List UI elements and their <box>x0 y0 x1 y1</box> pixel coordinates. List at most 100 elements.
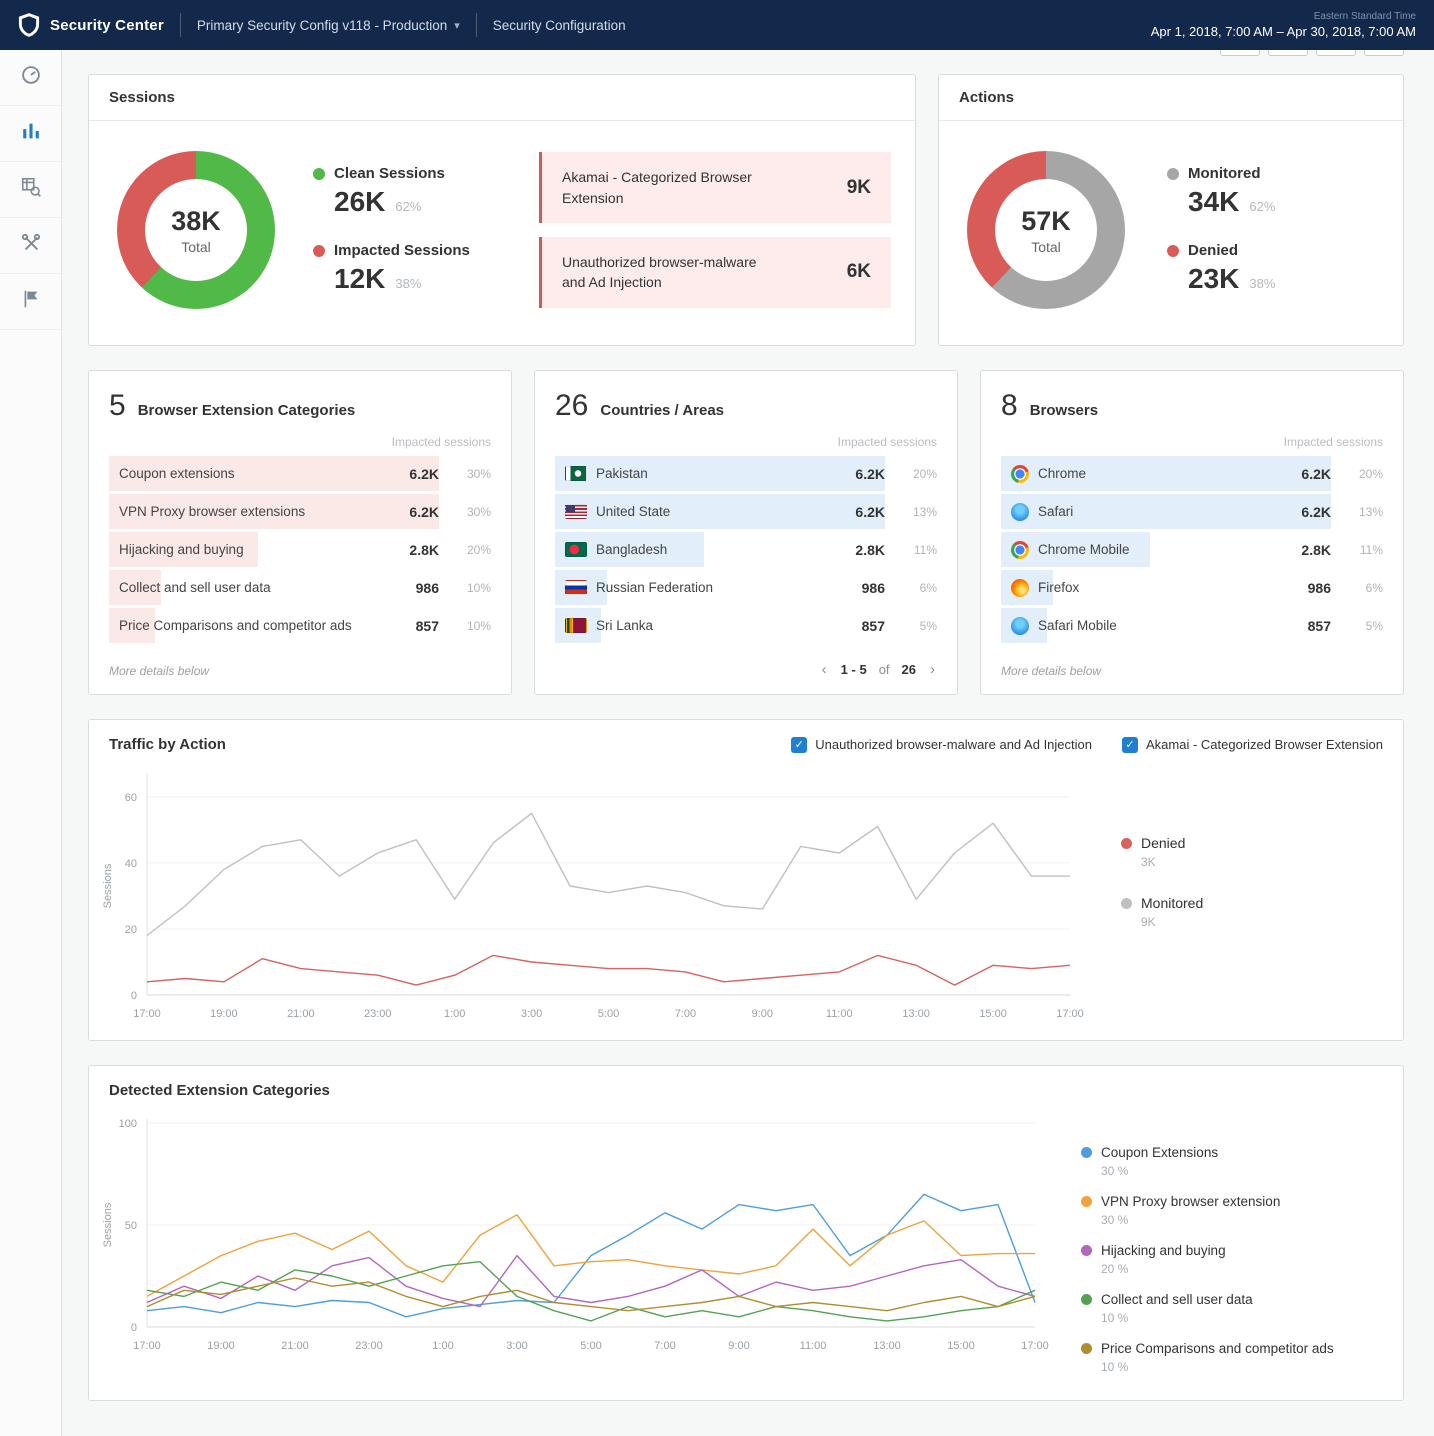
row-label: VPN Proxy browser extensions <box>119 504 305 519</box>
list-item[interactable]: United State 6.2K 13% <box>555 493 937 530</box>
list-item[interactable]: Safari Mobile 857 5% <box>1001 607 1383 644</box>
row-pct: 5% <box>885 619 937 633</box>
row-value: 857 <box>1273 618 1331 634</box>
svg-text:0: 0 <box>131 1322 137 1334</box>
sidebar-item-dashboard[interactable] <box>0 50 61 106</box>
actions-card-title: Actions <box>939 75 1403 121</box>
legend-price-comparisons: Price Comparisons and competitor ads 10 … <box>1081 1341 1393 1374</box>
row-label: Price Comparisons and competitor ads <box>119 618 352 633</box>
row-value: 2.8K <box>381 542 439 558</box>
config-selector-label: Primary Security Config v118 - Productio… <box>197 18 447 33</box>
monitored-dot-icon <box>1167 168 1179 180</box>
main-content: Audience Hijacking Protection BETA ⚙ Ses… <box>62 0 1434 1417</box>
pagination-prev-icon[interactable]: ‹ <box>820 661 829 678</box>
legend-sub: 9K <box>1141 915 1393 929</box>
nav-security-configuration[interactable]: Security Configuration <box>493 18 626 33</box>
pagination-next-icon[interactable]: › <box>928 661 937 678</box>
divider <box>476 13 477 37</box>
row-pct: 30% <box>439 505 491 519</box>
row-pct: 13% <box>1331 505 1383 519</box>
list-item[interactable]: Firefox 986 6% <box>1001 569 1383 606</box>
detected-chart-legend: Coupon Extensions 30 % VPN Proxy browser… <box>1053 1109 1393 1390</box>
vpn-proxy-dot-icon <box>1081 1196 1092 1207</box>
svg-text:11:00: 11:00 <box>826 1008 853 1020</box>
flag-united-states-icon <box>565 504 587 519</box>
denied-dot-icon <box>1167 245 1179 257</box>
list-item[interactable]: Coupon extensions 6.2K 30% <box>109 455 491 492</box>
list-item[interactable]: Sri Lanka 857 5% <box>555 607 937 644</box>
list-item[interactable]: Russian Federation 986 6% <box>555 569 937 606</box>
detected-chart-title: Detected Extension Categories <box>109 1082 330 1099</box>
svg-text:Sessions: Sessions <box>102 863 114 908</box>
sessions-legend: Clean Sessions 26K 62% Impacted Sessions <box>313 165 525 295</box>
row-value: 6.2K <box>381 466 439 482</box>
coupon-dot-icon <box>1081 1147 1092 1158</box>
impacted-sessions-column-header: Impacted sessions <box>89 423 511 455</box>
grid-magnifier-icon <box>20 176 42 203</box>
svg-text:21:00: 21:00 <box>287 1008 315 1020</box>
legend-coupon-extensions: Coupon Extensions 30 % <box>1081 1145 1393 1178</box>
clean-sessions-legend: Clean Sessions 26K 62% <box>313 165 525 218</box>
checkbox-unauthorized-malware[interactable]: ✓ Unauthorized browser-malware and Ad In… <box>791 737 1092 753</box>
row-pct: 20% <box>1331 467 1383 481</box>
svg-text:13:00: 13:00 <box>902 1008 930 1020</box>
price-comparisons-dot-icon <box>1081 1343 1092 1354</box>
traffic-chart-legend: Denied 3K Monitored 9K <box>1093 763 1393 1030</box>
row-value: 986 <box>381 580 439 596</box>
date-range-value: Apr 1, 2018, 7:00 AM – Apr 30, 2018, 7:0… <box>1151 24 1416 39</box>
countries-count: 26 <box>555 389 588 423</box>
svg-text:17:00: 17:00 <box>1056 1008 1084 1020</box>
list-item[interactable]: Chrome 6.2K 20% <box>1001 455 1383 492</box>
impacted-sessions-dot-icon <box>313 245 325 257</box>
legend-sub: 30 % <box>1101 1164 1393 1178</box>
sessions-total-label: Total <box>181 239 211 255</box>
flag-bangladesh-icon <box>565 542 587 557</box>
sidebar-item-tools[interactable] <box>0 218 61 274</box>
browsers-count: 8 <box>1001 389 1018 423</box>
list-item[interactable]: Pakistan 6.2K 20% <box>555 455 937 492</box>
traffic-filters: ✓ Unauthorized browser-malware and Ad In… <box>791 737 1383 753</box>
svg-text:23:00: 23:00 <box>364 1008 392 1020</box>
traffic-chart-title: Traffic by Action <box>109 736 226 753</box>
detected-extension-categories-card: Detected Extension Categories 05010017:0… <box>88 1065 1404 1401</box>
hijacking-dot-icon <box>1081 1245 1092 1256</box>
list-item[interactable]: Price Comparisons and competitor ads 857… <box>109 607 491 644</box>
countries-title: Countries / Areas <box>600 402 724 419</box>
row-pct: 6% <box>885 581 937 595</box>
sidebar-item-flags[interactable] <box>0 274 61 330</box>
checkbox-akamai-categorized[interactable]: ✓ Akamai - Categorized Browser Extension <box>1122 737 1383 753</box>
date-range-area[interactable]: Eastern Standard Time Apr 1, 2018, 7:00 … <box>1151 11 1416 39</box>
list-item[interactable]: VPN Proxy browser extensions 6.2K 30% <box>109 493 491 530</box>
svg-text:13:00: 13:00 <box>873 1340 901 1352</box>
sidebar-item-inspect[interactable] <box>0 162 61 218</box>
legend-label: Coupon Extensions <box>1101 1145 1218 1160</box>
legend-label: Collect and sell user data <box>1101 1292 1253 1307</box>
list-item[interactable]: Chrome Mobile 2.8K 11% <box>1001 531 1383 568</box>
list-item[interactable]: Bangladesh 2.8K 11% <box>555 531 937 568</box>
impacted-sessions-label: Impacted Sessions <box>334 242 470 259</box>
countries-list: Pakistan 6.2K 20% United State 6.2K 13% … <box>535 455 957 645</box>
flag-sri-lanka-icon <box>565 618 587 633</box>
svg-text:3:00: 3:00 <box>506 1340 527 1352</box>
row-label: Safari <box>1038 504 1073 519</box>
list-item[interactable]: Safari 6.2K 13% <box>1001 493 1383 530</box>
list-item[interactable]: Collect and sell user data 986 10% <box>109 569 491 606</box>
row-value: 986 <box>1273 580 1331 596</box>
list-item[interactable]: Hijacking and buying 2.8K 20% <box>109 531 491 568</box>
collect-sell-dot-icon <box>1081 1294 1092 1305</box>
checked-checkbox-icon: ✓ <box>1122 737 1138 753</box>
detected-line-chart: 05010017:0019:0021:0023:001:003:005:007:… <box>99 1109 1053 1390</box>
row-pct: 13% <box>885 505 937 519</box>
svg-text:60: 60 <box>125 792 137 804</box>
sidebar-item-analytics[interactable] <box>0 106 61 162</box>
impacted-sessions-column-header: Impacted sessions <box>981 423 1403 455</box>
row-value: 2.8K <box>1273 542 1331 558</box>
safari-icon <box>1011 503 1029 521</box>
actions-total-value: 57K <box>1021 206 1071 237</box>
impacted-sessions-column-header: Impacted sessions <box>535 423 957 455</box>
monitored-dot-icon <box>1121 898 1132 909</box>
svg-text:21:00: 21:00 <box>281 1340 309 1352</box>
row-label: Collect and sell user data <box>119 580 271 595</box>
svg-text:9:00: 9:00 <box>752 1008 773 1020</box>
config-selector[interactable]: Primary Security Config v118 - Productio… <box>197 18 460 33</box>
